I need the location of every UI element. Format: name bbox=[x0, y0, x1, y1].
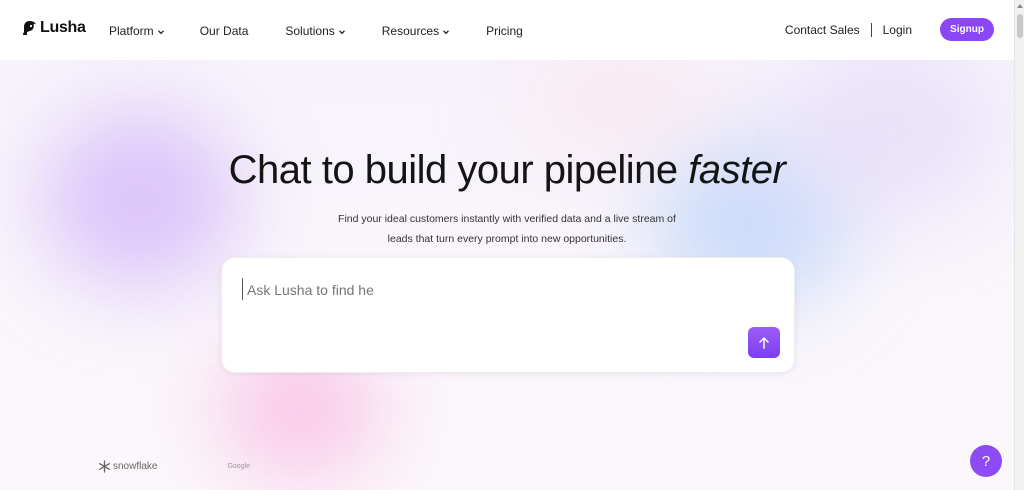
send-button[interactable] bbox=[748, 327, 780, 358]
nav-item-platform[interactable]: Platform bbox=[109, 24, 164, 38]
chat-input-text[interactable]: Ask Lusha to find he bbox=[247, 282, 374, 298]
nav-links: Platform Our Data Solutions Resources Pr… bbox=[109, 24, 523, 38]
help-icon: ? bbox=[981, 452, 991, 470]
hero-section: Chat to build your pipeline faster Find … bbox=[0, 60, 1014, 490]
snowflake-icon bbox=[99, 460, 110, 473]
nav-item-label: Platform bbox=[109, 24, 154, 38]
scrollbar-thumb[interactable] bbox=[1017, 14, 1023, 38]
logo-text: Lusha bbox=[40, 19, 86, 36]
subheadline-line-1: Find your ideal customers instantly with… bbox=[338, 213, 676, 225]
chevron-down-icon bbox=[338, 29, 345, 34]
lusha-logo-icon bbox=[23, 20, 36, 35]
background-blob bbox=[520, 60, 720, 160]
nav-item-label: Resources bbox=[381, 24, 440, 38]
nav-item-label: Pricing bbox=[486, 24, 523, 38]
scroll-up-icon[interactable] bbox=[1015, 0, 1024, 12]
chevron-down-icon bbox=[443, 29, 450, 34]
hero-headline: Chat to build your pipeline faster bbox=[0, 148, 1014, 193]
page: Lusha Platform Our Data Solutions Resour… bbox=[0, 0, 1014, 490]
nav-item-label: Our Data bbox=[199, 24, 249, 38]
login-link[interactable]: Login bbox=[883, 23, 912, 37]
nav-divider bbox=[870, 22, 872, 37]
subheadline-line-2: leads that turn every prompt into new op… bbox=[387, 233, 627, 245]
google-logo: Google bbox=[227, 463, 251, 470]
headline-italic: faster bbox=[688, 148, 786, 192]
snowflake-logo: snowflake bbox=[98, 460, 157, 473]
nav-item-pricing[interactable]: Pricing bbox=[486, 24, 523, 38]
page-scrollbar[interactable] bbox=[1014, 0, 1024, 490]
top-nav: Lusha Platform Our Data Solutions Resour… bbox=[0, 0, 1014, 60]
snowflake-logo-text: snowflake bbox=[113, 461, 158, 472]
help-button[interactable]: ? bbox=[970, 445, 1002, 477]
nav-item-our-data[interactable]: Our Data bbox=[200, 24, 249, 38]
chevron-down-icon bbox=[157, 29, 164, 34]
customer-logos: snowflake Google bbox=[98, 460, 250, 473]
nav-item-label: Solutions bbox=[285, 24, 335, 38]
text-caret bbox=[242, 278, 243, 300]
signup-button[interactable]: Signup bbox=[940, 18, 994, 41]
arrow-up-icon bbox=[759, 336, 769, 349]
headline-main: Chat to build your pipeline bbox=[228, 148, 679, 192]
chat-input-box[interactable]: Ask Lusha to find he bbox=[221, 257, 795, 373]
hero-subheadline: Find your ideal customers instantly with… bbox=[0, 209, 1014, 249]
nav-item-resources[interactable]: Resources bbox=[381, 24, 450, 38]
contact-sales-link[interactable]: Contact Sales bbox=[785, 23, 860, 37]
nav-item-solutions[interactable]: Solutions bbox=[285, 24, 345, 38]
lusha-logo[interactable]: Lusha bbox=[22, 19, 86, 37]
background-blob bbox=[40, 110, 240, 290]
nav-actions: Contact Sales Login Signup bbox=[785, 18, 994, 41]
